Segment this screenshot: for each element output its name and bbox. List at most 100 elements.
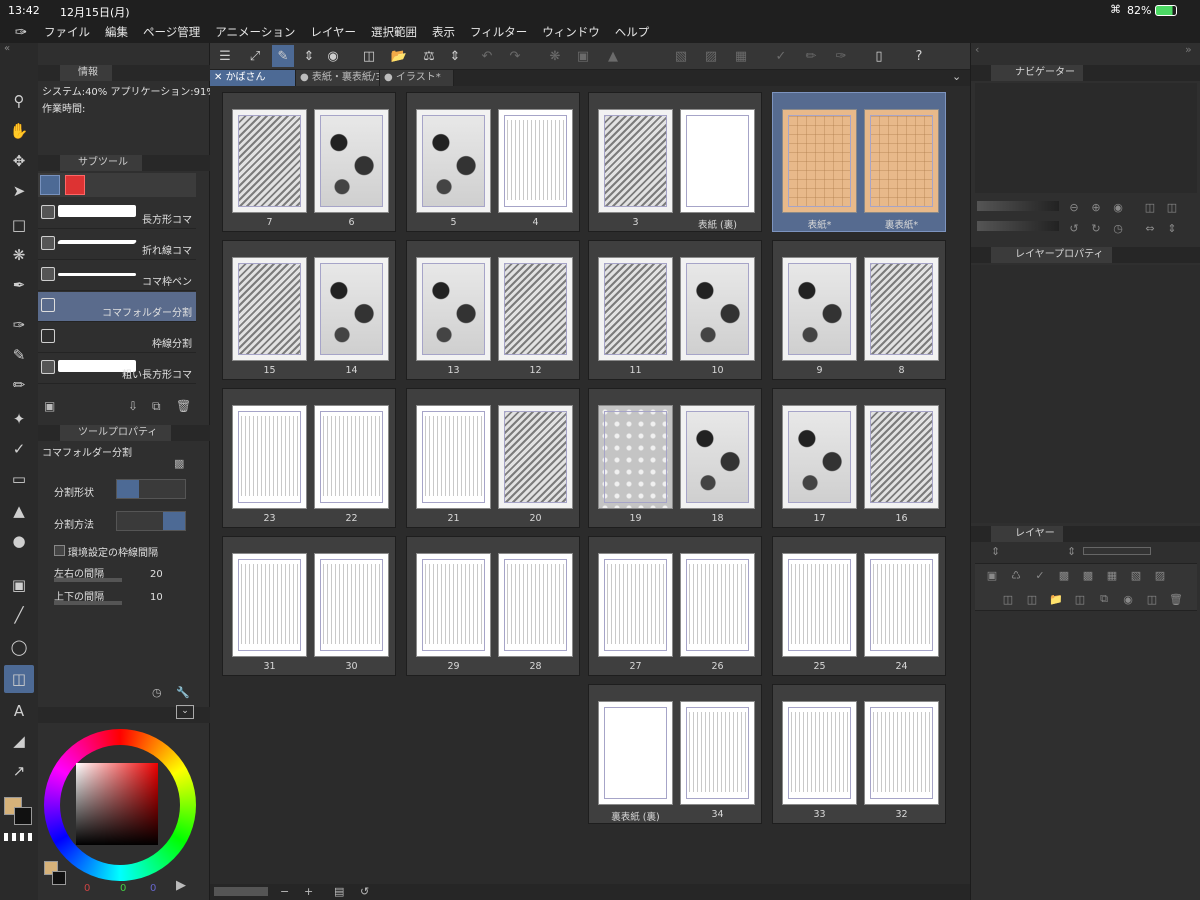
airbrush-icon[interactable]: ✦: [4, 405, 34, 433]
page-thumbnail[interactable]: [598, 257, 673, 361]
app-logo-icon[interactable]: ✑: [6, 20, 36, 43]
eraser-icon[interactable]: ▭: [4, 465, 34, 493]
gradient-icon[interactable]: ▣: [4, 571, 34, 599]
select-tool-icon[interactable]: ▦: [730, 45, 752, 67]
info-panel-title[interactable]: 情報: [60, 65, 112, 81]
new-file-icon[interactable]: ◫: [358, 45, 380, 67]
check-icon[interactable]: ✓: [770, 45, 792, 67]
menu-selection[interactable]: 選択範囲: [371, 24, 417, 40]
page-spread[interactable]: 29 28: [406, 536, 580, 676]
page-thumbnail[interactable]: [416, 109, 491, 213]
blend-icon[interactable]: ●: [4, 527, 34, 555]
hamburger-menu-icon[interactable]: ☰: [214, 45, 236, 67]
menu-edit[interactable]: 編集: [105, 24, 128, 40]
page-spread[interactable]: 11 10: [588, 240, 762, 380]
sub-color-swatch[interactable]: [14, 807, 32, 825]
doc-tab-3[interactable]: ● イラスト*: [380, 70, 454, 86]
updown-icon[interactable]: ⇕: [298, 45, 320, 67]
tool-property-title[interactable]: ツールプロパティ: [60, 425, 172, 441]
page-thumbnail[interactable]: [864, 257, 939, 361]
frame-tool-tab-icon[interactable]: [40, 175, 60, 195]
page-spread[interactable]: 54: [406, 92, 580, 232]
magnifier-icon[interactable]: ⚲: [4, 87, 34, 115]
subtool-panel-title[interactable]: サブツール: [60, 155, 142, 171]
transparent-color-swatch[interactable]: [4, 833, 32, 841]
page-thumbnail[interactable]: [314, 257, 389, 361]
reset-icon[interactable]: ◷: [152, 686, 162, 699]
page-spread[interactable]: 25 24: [772, 536, 946, 676]
page-thumbnail[interactable]: [782, 109, 857, 213]
lr-gap-slider[interactable]: [54, 578, 122, 582]
opacity-dropdown-icon[interactable]: ⇕: [1067, 545, 1076, 558]
subtool-item[interactable]: 折れ線コマ: [38, 230, 196, 260]
page-spread[interactable]: 19 18: [588, 388, 762, 528]
page-thumbnail[interactable]: [864, 701, 939, 805]
doc-tab-1[interactable]: ✕ かばさん: [210, 70, 296, 86]
navigator-rotate-slider[interactable]: [977, 221, 1059, 231]
mask-layer-icon[interactable]: ◉: [1121, 592, 1135, 606]
delete-subtool-icon[interactable]: 🗑: [176, 399, 191, 413]
smartphone-icon[interactable]: ▯: [868, 45, 890, 67]
layer-mask-icon[interactable]: ▦: [1105, 568, 1119, 582]
page-thumbnail[interactable]: [232, 109, 307, 213]
layer-reference-icon[interactable]: ♺: [1009, 568, 1023, 582]
line-icon[interactable]: ╱: [4, 601, 34, 629]
page-thumbnail[interactable]: [416, 553, 491, 657]
fit-view-icon[interactable]: ⤢: [244, 45, 266, 67]
download-subtool-icon[interactable]: ⇩: [128, 399, 138, 413]
pencil-icon[interactable]: ✎: [4, 341, 34, 369]
page-thumbnail[interactable]: [232, 553, 307, 657]
nav-rotate-left-icon[interactable]: ↺: [1067, 221, 1081, 235]
page-thumbnail[interactable]: [680, 553, 755, 657]
transform-icon[interactable]: ▣: [572, 45, 594, 67]
zoom-out-icon[interactable]: −: [280, 885, 289, 898]
layer-clip-icon[interactable]: ▣: [985, 568, 999, 582]
page-spread[interactable]: 98: [772, 240, 946, 380]
help-bubble-icon[interactable]: ?: [908, 45, 930, 67]
nav-rotate-right-icon[interactable]: ↻: [1089, 221, 1103, 235]
nav-zoom-in-icon[interactable]: ⊕: [1089, 200, 1103, 214]
doc-tab-2[interactable]: ● 表紙・裏表紙/3: [296, 70, 380, 86]
new-vector-layer-icon[interactable]: ◫: [1025, 592, 1039, 606]
navigator-view[interactable]: [975, 83, 1197, 193]
zoom-slider[interactable]: [214, 887, 268, 896]
page-spread[interactable]: 裏表紙 (裏) 34: [588, 684, 762, 824]
color-play-icon[interactable]: ▶: [176, 878, 186, 893]
nav-flip-v-icon[interactable]: ◫: [1165, 200, 1179, 214]
opacity-slider[interactable]: [1083, 547, 1151, 555]
tabs-dropdown-icon[interactable]: ⌄: [952, 70, 961, 83]
lr-gap-value[interactable]: 20: [150, 569, 163, 580]
page-spread[interactable]: 17 16: [772, 388, 946, 528]
blend-mode-dropdown-icon[interactable]: ⇕: [991, 545, 1000, 558]
wrench-icon[interactable]: 🔧: [176, 686, 190, 699]
menu-layer[interactable]: レイヤー: [310, 24, 356, 40]
mini-sub-color[interactable]: [52, 871, 66, 885]
page-thumbnail[interactable]: [680, 701, 755, 805]
page-thumbnail[interactable]: [498, 257, 573, 361]
tb-gap-slider[interactable]: [54, 601, 122, 605]
transfer-layer-icon[interactable]: ◫: [1145, 592, 1159, 606]
layer-draft-icon[interactable]: ✓: [1033, 568, 1047, 582]
page-thumbnail[interactable]: [680, 257, 755, 361]
page-thumbnail[interactable]: [782, 701, 857, 805]
fill-icon[interactable]: ▲: [4, 497, 34, 525]
save-more-icon[interactable]: ⇕: [444, 45, 466, 67]
new-raster-layer-icon[interactable]: ◫: [1001, 592, 1015, 606]
page-thumbnail[interactable]: [314, 553, 389, 657]
collapse-right-left-icon[interactable]: ‹: [975, 43, 979, 56]
page-thumbnail[interactable]: [498, 405, 573, 509]
hand-icon[interactable]: ✋: [4, 117, 34, 145]
page-thumbnail[interactable]: [680, 405, 755, 509]
brush-adjust-icon[interactable]: ✏: [800, 45, 822, 67]
layer-title[interactable]: レイヤー: [991, 526, 1063, 542]
subtool-item[interactable]: 長方形コマ: [38, 199, 196, 229]
nav-mirror-v-icon[interactable]: ⇕: [1165, 221, 1179, 235]
lock-icon[interactable]: ▩: [174, 457, 184, 470]
deselect-icon[interactable]: ▧: [670, 45, 692, 67]
collapse-panel-icon[interactable]: ⌄: [176, 705, 194, 719]
page-thumbnail[interactable]: [314, 109, 389, 213]
menu-animation[interactable]: アニメーション: [215, 24, 295, 40]
saturation-value-box[interactable]: [76, 763, 158, 845]
layer-property-title[interactable]: レイヤープロパティ: [991, 247, 1112, 263]
subtool-item[interactable]: 枠線分割: [38, 323, 196, 353]
